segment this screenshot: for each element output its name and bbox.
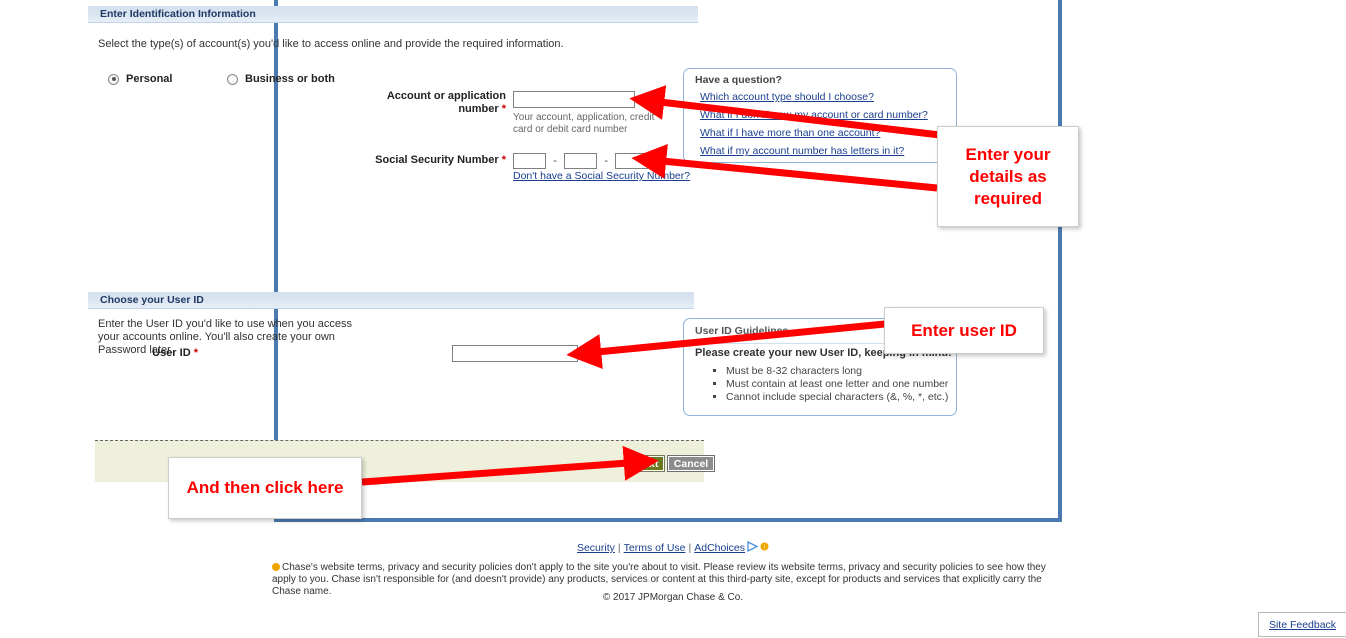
user-id-guidelines-title: User ID Guidelines bbox=[695, 325, 789, 337]
callout-click-here: And then click here bbox=[168, 457, 362, 519]
radio-dot-business[interactable] bbox=[227, 73, 238, 85]
ssn-part1-input[interactable] bbox=[513, 153, 546, 169]
section-header-identification: Enter Identification Information bbox=[88, 6, 698, 23]
footer-link-terms-of-use[interactable]: Terms of Use bbox=[624, 542, 686, 554]
next-button[interactable]: Next bbox=[629, 455, 665, 472]
user-id-label-text: User ID bbox=[152, 347, 191, 359]
radio-option-business[interactable]: Business or both bbox=[227, 73, 335, 85]
footer-separator: | bbox=[688, 541, 692, 554]
adchoices-circle-icon: i bbox=[760, 542, 769, 554]
account-number-hint: Your account, application, credit card o… bbox=[513, 112, 655, 135]
user-id-required-marker: * bbox=[193, 347, 198, 359]
ssn-label: Social Security Number * bbox=[336, 154, 506, 167]
ssn-label-text: Social Security Number bbox=[375, 154, 499, 166]
account-number-label-text: Account or application number bbox=[386, 90, 506, 115]
radio-dot-personal[interactable] bbox=[108, 73, 119, 85]
user-id-guidelines-list: Must be 8-32 characters long Must contai… bbox=[708, 365, 948, 404]
have-a-question-panel: Have a question? Which account type shou… bbox=[683, 68, 957, 163]
question-link-unknown-number[interactable]: What if I don't know my account or card … bbox=[700, 109, 928, 121]
external-link-warning-icon bbox=[272, 563, 280, 571]
account-number-required-marker: * bbox=[501, 103, 506, 115]
guideline-item: Cannot include special characters (&, %,… bbox=[726, 391, 948, 404]
callout-enter-details: Enter your details as required bbox=[937, 126, 1079, 227]
footer-link-adchoices[interactable]: AdChoices bbox=[694, 542, 745, 554]
account-number-input[interactable] bbox=[513, 91, 635, 108]
user-id-input[interactable] bbox=[452, 345, 578, 362]
footer-separator: | bbox=[617, 541, 621, 554]
radio-label-business: Business or both bbox=[245, 73, 335, 85]
footer-copyright: © 2017 JPMorgan Chase & Co. bbox=[602, 592, 744, 603]
ssn-input-group[interactable]: - - bbox=[513, 153, 649, 169]
cancel-button[interactable]: Cancel bbox=[667, 455, 715, 472]
identification-intro-text: Select the type(s) of account(s) you'd l… bbox=[98, 38, 564, 50]
section-header-user-id: Choose your User ID bbox=[88, 292, 694, 309]
account-number-label: Account or application number * bbox=[370, 90, 506, 116]
site-feedback-tab[interactable]: Site Feedback bbox=[1258, 612, 1346, 637]
guideline-item: Must be 8-32 characters long bbox=[726, 365, 948, 378]
question-link-account-type[interactable]: Which account type should I choose? bbox=[700, 91, 874, 103]
radio-option-personal[interactable]: Personal bbox=[108, 73, 172, 85]
footer-links: Security | Terms of Use | AdChoices i bbox=[0, 540, 1346, 555]
ssn-required-marker: * bbox=[501, 154, 506, 166]
ssn-help-link[interactable]: Don't have a Social Security Number? bbox=[513, 170, 690, 182]
adchoices-triangle-icon bbox=[747, 540, 759, 555]
guideline-item: Must contain at least one letter and one… bbox=[726, 378, 948, 391]
ssn-part2-input[interactable] bbox=[564, 153, 598, 169]
ssn-separator-2: - bbox=[604, 155, 609, 167]
question-link-letters-in-number[interactable]: What if my account number has letters in… bbox=[700, 145, 904, 157]
site-feedback-link[interactable]: Site Feedback bbox=[1269, 619, 1336, 631]
question-link-multiple-accounts[interactable]: What if I have more than one account? bbox=[700, 127, 880, 139]
footer-link-security[interactable]: Security bbox=[577, 542, 615, 554]
callout-enter-user-id: Enter user ID bbox=[884, 307, 1044, 354]
ssn-separator-1: - bbox=[553, 155, 557, 167]
ssn-part3-input[interactable] bbox=[615, 153, 649, 169]
account-type-radio-group[interactable]: Personal Business or both bbox=[108, 73, 438, 87]
user-id-label: User ID * bbox=[120, 347, 198, 360]
radio-label-personal: Personal bbox=[126, 73, 173, 85]
have-a-question-title: Have a question? bbox=[695, 74, 782, 86]
svg-text:i: i bbox=[764, 545, 765, 551]
